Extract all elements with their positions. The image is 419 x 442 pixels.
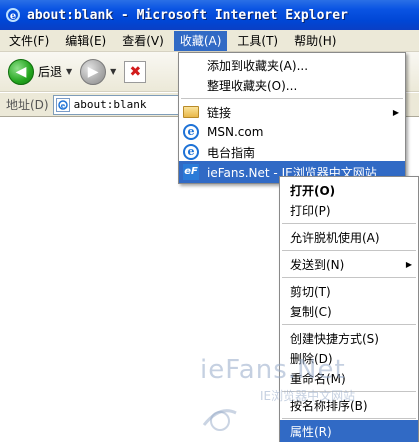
stop-button[interactable]: ✖ xyxy=(124,56,147,88)
menu-separator xyxy=(282,324,416,325)
submenu-arrow-icon: ▶ xyxy=(392,107,399,117)
menu-item-label: 属性(R) xyxy=(290,424,332,439)
ctx-properties[interactable]: 属性(R) xyxy=(280,420,418,442)
ctx-cut[interactable]: 剪切(T) xyxy=(280,280,418,302)
menu-file[interactable]: 文件(F) xyxy=(3,31,55,51)
menu-item-msn[interactable]: e MSN.com xyxy=(179,121,405,143)
ctx-print[interactable]: 打印(P) xyxy=(280,199,418,221)
address-label: 地址(D) xyxy=(6,98,49,112)
menu-help[interactable]: 帮助(H) xyxy=(288,31,342,51)
back-button[interactable]: ◀ 后退 ▼ xyxy=(8,56,72,88)
folder-icon xyxy=(183,106,199,118)
menu-favorites[interactable]: 收藏(A) xyxy=(173,30,228,51)
menu-item-label: MSN.com xyxy=(207,125,264,139)
menu-item-organize-favorites[interactable]: 整理收藏夹(O)... xyxy=(179,74,405,96)
menu-item-label: 创建快捷方式(S) xyxy=(290,331,379,346)
menu-tools[interactable]: 工具(T) xyxy=(231,31,284,51)
ctx-send-to[interactable]: 发送到(N) ▶ xyxy=(280,253,418,275)
svg-text:e: e xyxy=(60,101,65,110)
ctx-sort-by-name[interactable]: 按名称排序(B) xyxy=(280,394,418,416)
menu-item-label: 链接 xyxy=(207,105,232,120)
menu-item-add-favorites[interactable]: 添加到收藏夹(A)... xyxy=(179,54,405,76)
menu-separator xyxy=(282,277,416,278)
ie-page-icon: e xyxy=(55,97,70,112)
menu-separator xyxy=(282,391,416,392)
ctx-copy[interactable]: 复制(C) xyxy=(280,300,418,322)
back-label: 后退 xyxy=(38,65,63,79)
ctx-delete[interactable]: 删除(D) xyxy=(280,347,418,369)
address-value: about:blank xyxy=(73,98,147,111)
ctx-rename[interactable]: 重命名(M) xyxy=(280,367,418,389)
menu-item-label: 添加到收藏夹(A)... xyxy=(207,58,309,73)
menu-item-label: 电台指南 xyxy=(207,145,256,160)
menu-item-label: 整理收藏夹(O)... xyxy=(207,78,298,93)
menu-separator xyxy=(282,250,416,251)
stop-icon: ✖ xyxy=(124,60,147,83)
ie-link-icon: e xyxy=(183,124,199,140)
menu-item-label: 按名称排序(B) xyxy=(290,398,368,413)
ctx-offline[interactable]: 允许脱机使用(A) xyxy=(280,226,418,248)
menu-item-radio-guide[interactable]: e 电台指南 xyxy=(179,141,405,163)
submenu-arrow-icon: ▶ xyxy=(405,259,412,269)
menu-item-label: 发送到(N) xyxy=(290,257,345,272)
menu-item-label: 打开(O) xyxy=(290,183,336,198)
menu-bar: 文件(F) 编辑(E) 查看(V) 收藏(A) 工具(T) 帮助(H) xyxy=(0,30,419,52)
chevron-down-icon[interactable]: ▼ xyxy=(110,67,116,76)
forward-arrow-icon: ▶ xyxy=(80,58,107,85)
ctx-open[interactable]: 打开(O) xyxy=(280,179,418,201)
menu-view[interactable]: 查看(V) xyxy=(116,31,170,51)
menu-item-label: 复制(C) xyxy=(290,304,332,319)
title-bar[interactable]: e about:blank - Microsoft Internet Explo… xyxy=(0,0,419,30)
menu-item-links[interactable]: 链接 ▶ xyxy=(179,101,405,123)
menu-item-label: 删除(D) xyxy=(290,351,333,366)
back-arrow-icon: ◀ xyxy=(8,58,34,85)
chevron-down-icon[interactable]: ▼ xyxy=(66,67,72,76)
ctx-create-shortcut[interactable]: 创建快捷方式(S) xyxy=(280,327,418,349)
menu-item-label: 打印(P) xyxy=(290,203,331,218)
ie-link-icon: e xyxy=(183,144,199,160)
window-title: about:blank - Microsoft Internet Explore… xyxy=(27,7,348,23)
menu-separator xyxy=(181,98,403,99)
menu-separator xyxy=(282,223,416,224)
svg-text:e: e xyxy=(10,11,16,22)
menu-item-label: 剪切(T) xyxy=(290,284,331,299)
menu-item-label: 重命名(M) xyxy=(290,371,346,386)
favorites-menu: 添加到收藏夹(A)... 整理收藏夹(O)... 链接 ▶ e MSN.com … xyxy=(178,52,406,184)
menu-item-label: 允许脱机使用(A) xyxy=(290,230,380,245)
ie-icon: e xyxy=(5,7,21,23)
forward-button[interactable]: ▶ ▼ xyxy=(80,56,116,88)
address-input[interactable]: e about:blank xyxy=(52,94,193,115)
menu-edit[interactable]: 编辑(E) xyxy=(59,31,112,51)
iefans-icon: eF xyxy=(183,164,199,180)
context-menu: 打开(O) 打印(P) 允许脱机使用(A) 发送到(N) ▶ 剪切(T) 复制(… xyxy=(279,176,419,442)
menu-separator xyxy=(282,418,416,419)
